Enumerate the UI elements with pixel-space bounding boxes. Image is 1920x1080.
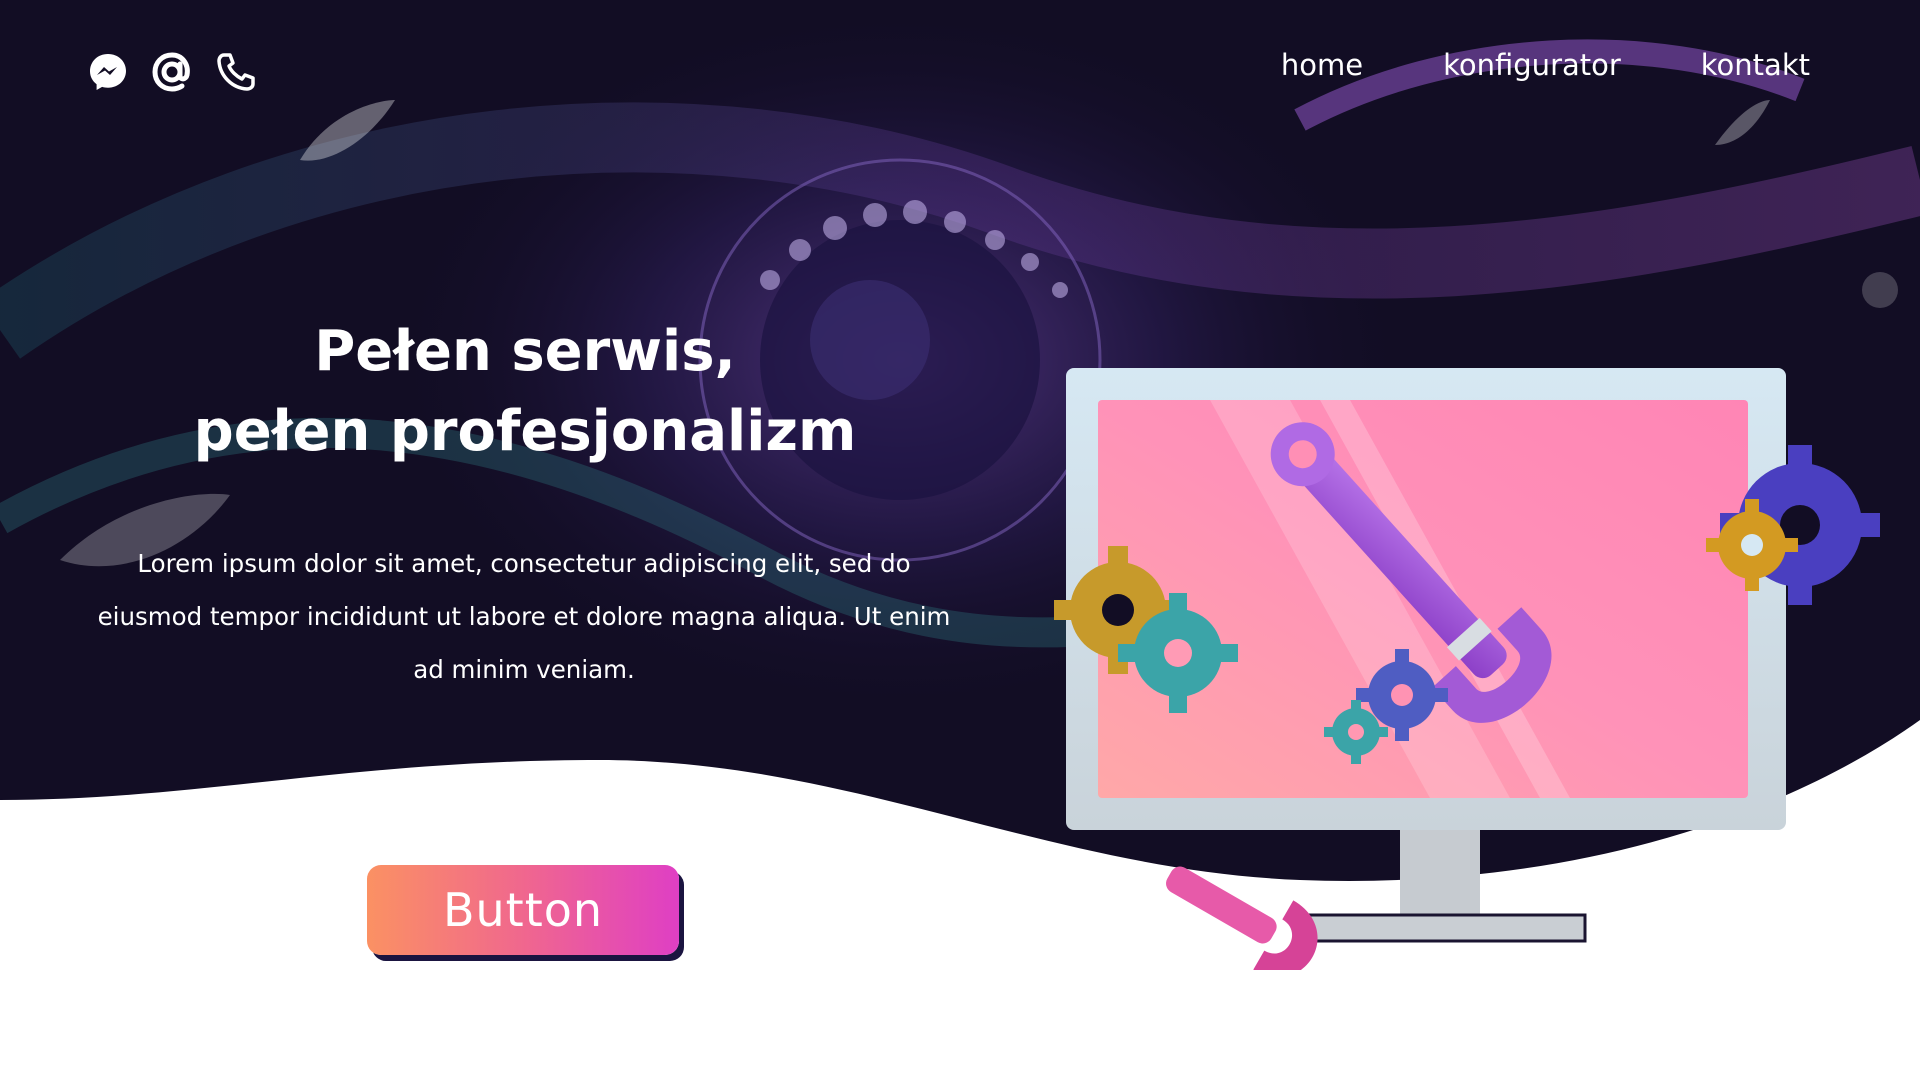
messenger-icon[interactable] <box>86 50 130 94</box>
hero-title-line1: Pełen serwis, <box>314 319 736 384</box>
nav-item-kontakt[interactable]: kontakt <box>1701 48 1810 82</box>
cta-button[interactable]: Button <box>367 865 679 955</box>
phone-icon[interactable] <box>214 50 258 94</box>
hero-section: home konfigurator kontakt Pełen serwis, … <box>0 0 1920 1080</box>
monitor-repair-illustration <box>1054 368 1880 970</box>
hero-title-line2: pełen profesjonalizm <box>193 399 857 464</box>
email-at-icon[interactable] <box>150 50 194 94</box>
hero-lead-text: Lorem ipsum dolor sit amet, consectetur … <box>97 549 951 684</box>
nav-item-konfigurator[interactable]: konfigurator <box>1443 48 1621 82</box>
main-nav: home konfigurator kontakt <box>1281 48 1810 82</box>
nav-item-home[interactable]: home <box>1281 48 1363 82</box>
social-links <box>86 50 258 94</box>
hero-title: Pełen serwis, pełen profesjonalizm <box>90 312 960 472</box>
